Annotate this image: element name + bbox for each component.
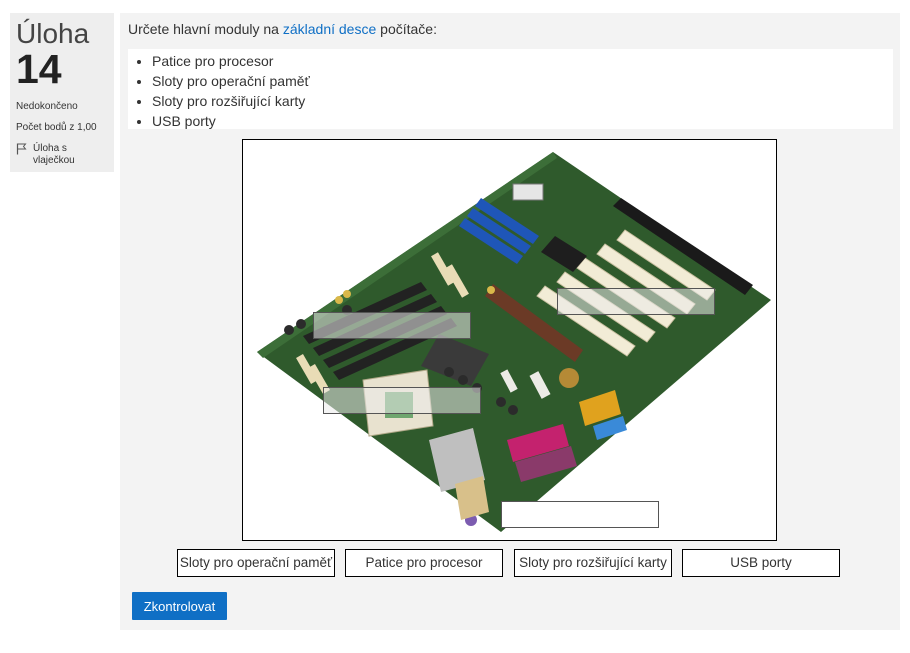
drag-item-cpu[interactable]: Patice pro procesor bbox=[345, 549, 503, 577]
drag-item-expansion[interactable]: Sloty pro rozšiřující karty bbox=[514, 549, 672, 577]
drag-item-ram[interactable]: Sloty pro operační paměť bbox=[177, 549, 335, 577]
flag-icon bbox=[16, 143, 27, 155]
prompt-text-before: Určete hlavní moduly na bbox=[128, 21, 283, 37]
question-info: Úloha 14 Nedokončeno Počet bodů z 1,00 Ú… bbox=[10, 13, 114, 172]
motherboard-link[interactable]: základní desce bbox=[283, 21, 376, 37]
flag-question-label: Úloha s vlaječkou bbox=[33, 143, 75, 166]
question-grade: Počet bodů z 1,00 bbox=[16, 122, 97, 133]
modules-list: Patice pro procesor Sloty pro operační p… bbox=[128, 51, 893, 131]
drop-zone-cpu[interactable] bbox=[323, 387, 481, 414]
question-number: 14 bbox=[16, 46, 62, 92]
flag-question-link[interactable]: Úloha s vlaječkou bbox=[16, 143, 108, 167]
question-prompt: Určete hlavní moduly na základní desce p… bbox=[128, 21, 437, 37]
drop-zone-expansion[interactable] bbox=[557, 288, 715, 315]
drop-zone-usb[interactable] bbox=[501, 501, 659, 528]
modules-list-box: Patice pro procesor Sloty pro operační p… bbox=[128, 49, 893, 129]
drag-item-usb[interactable]: USB porty bbox=[682, 549, 840, 577]
check-button[interactable]: Zkontrolovat bbox=[132, 592, 227, 620]
list-item: USB porty bbox=[152, 111, 893, 131]
drop-background-image bbox=[242, 139, 777, 541]
motherboard-image bbox=[257, 152, 771, 532]
list-item: Sloty pro operační paměť bbox=[152, 71, 893, 91]
question-title-word: Úloha bbox=[16, 18, 90, 49]
drop-zone-ram[interactable] bbox=[313, 312, 471, 339]
list-item: Patice pro procesor bbox=[152, 51, 893, 71]
list-item: Sloty pro rozšiřující karty bbox=[152, 91, 893, 111]
question-state: Nedokončeno bbox=[16, 101, 78, 112]
question-content: Určete hlavní moduly na základní desce p… bbox=[120, 13, 900, 630]
prompt-text-after: počítače: bbox=[376, 21, 437, 37]
